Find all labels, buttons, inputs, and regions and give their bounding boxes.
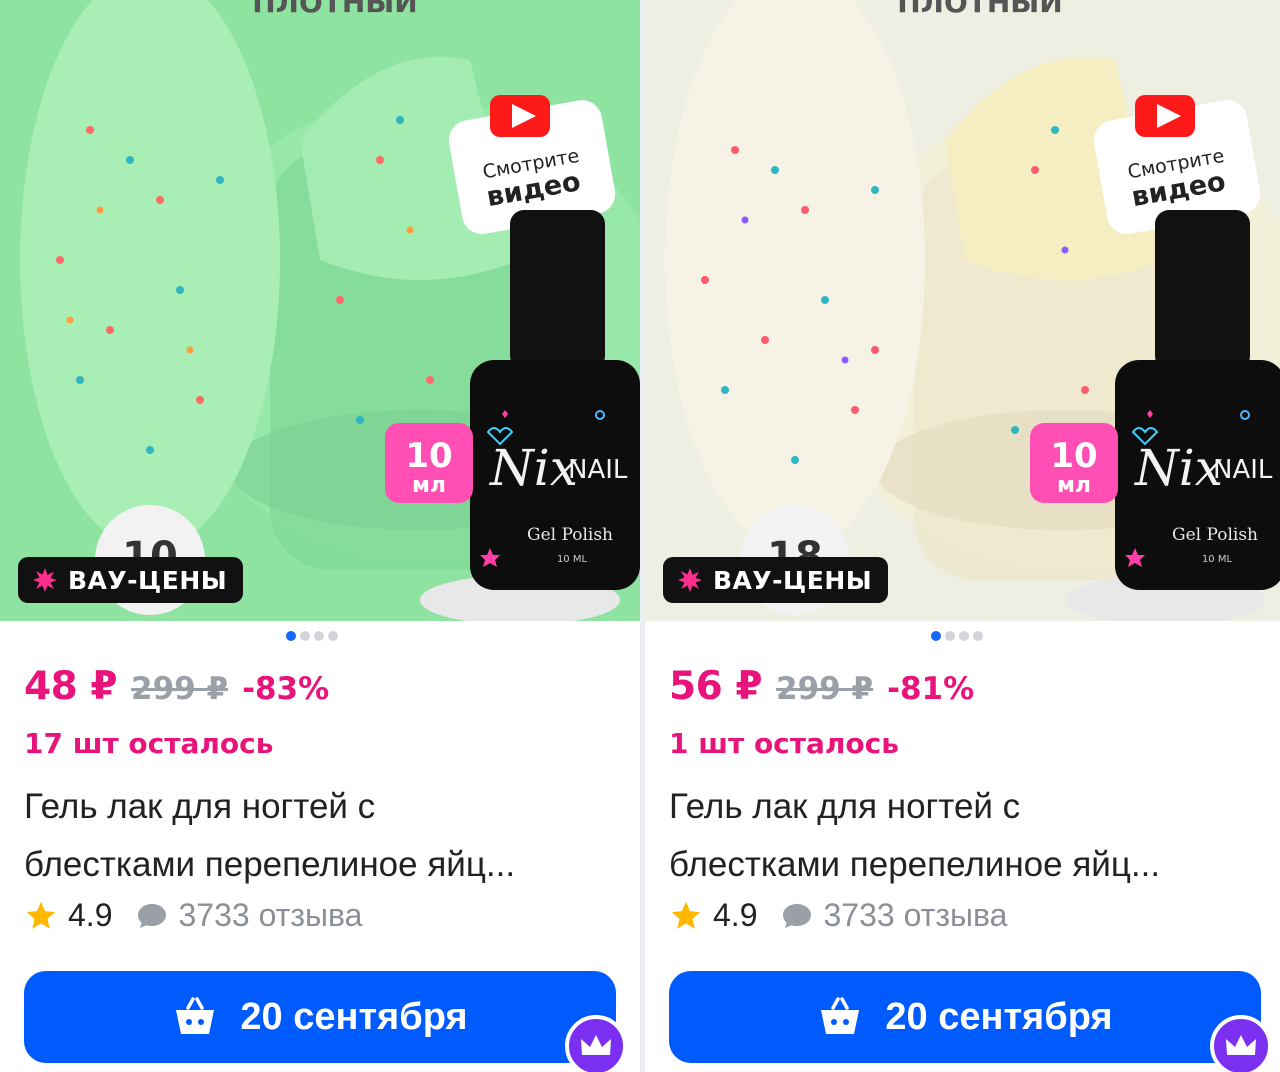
delivery-date-label: 20 сентября bbox=[885, 995, 1113, 1038]
current-price: 56 ₽ bbox=[669, 664, 763, 709]
brand-script: Nix bbox=[1134, 439, 1223, 497]
product-title[interactable]: Гель лак для ногтей с блестками перепели… bbox=[24, 778, 624, 894]
product-photo[interactable]: 10 ПЛОТНЫЙ Смотрите видео Nix NAIL Gel P… bbox=[0, 0, 640, 621]
pagination-dot[interactable] bbox=[959, 631, 969, 641]
crown-icon bbox=[581, 1035, 611, 1055]
density-label: ПЛОТНЫЙ bbox=[252, 0, 417, 19]
rating-row[interactable]: 4.9 3733 отзыва bbox=[24, 897, 362, 934]
pagination-dot[interactable] bbox=[931, 631, 941, 641]
bottle-label: Gel Polish bbox=[1172, 525, 1258, 545]
bottle-label: Gel Polish bbox=[527, 525, 613, 545]
brand-name: NAIL bbox=[1213, 455, 1273, 485]
burst-icon bbox=[678, 568, 702, 592]
product-title-line[interactable]: Гель лак для ногтей с bbox=[669, 778, 1269, 836]
pagination-dot[interactable] bbox=[328, 631, 338, 641]
product-card[interactable]: 18 ПЛОТНЫЙ Смотрите видео Nix NAIL Gel P… bbox=[645, 0, 1280, 1072]
product-title[interactable]: Гель лак для ногтей с блестками перепели… bbox=[669, 778, 1269, 894]
product-grid: 10 ПЛОТНЫЙ Смотрите видео Nix NAIL Gel P… bbox=[0, 0, 1280, 1072]
rating-value: 4.9 bbox=[68, 897, 113, 933]
premium-badge bbox=[1210, 1015, 1272, 1072]
discount-percent: -81% bbox=[887, 671, 975, 707]
promo-badge: ВАУ-ЦЕНЫ bbox=[663, 557, 889, 603]
promo-badge: ВАУ-ЦЕНЫ bbox=[18, 557, 244, 603]
cart-icon bbox=[176, 997, 215, 1034]
price-row: 56 ₽ 299 ₽ -81% bbox=[669, 664, 974, 709]
volume-unit: мл bbox=[412, 473, 446, 498]
stock-left: 1 шт осталось bbox=[669, 727, 899, 760]
pagination-dot[interactable] bbox=[314, 631, 324, 641]
add-to-cart-button[interactable]: 20 сентября bbox=[669, 971, 1261, 1063]
volume-unit: мл bbox=[1057, 473, 1091, 498]
product-title-line[interactable]: блестками перепелиное яйц... bbox=[669, 836, 1269, 894]
burst-icon bbox=[33, 568, 57, 592]
crown-icon bbox=[1226, 1035, 1256, 1055]
product-title-line[interactable]: блестками перепелиное яйц... bbox=[24, 836, 624, 894]
photo-pagination[interactable] bbox=[286, 631, 338, 641]
price-row: 48 ₽ 299 ₽ -83% bbox=[24, 664, 329, 709]
old-price: 299 ₽ bbox=[776, 671, 874, 707]
bottle-ml: 10 ML bbox=[1202, 554, 1233, 565]
volume-number: 10 bbox=[1050, 436, 1097, 476]
current-price: 48 ₽ bbox=[24, 664, 118, 709]
pagination-dot[interactable] bbox=[973, 631, 983, 641]
cart-icon bbox=[821, 997, 860, 1034]
brand-name: NAIL bbox=[568, 455, 628, 485]
stock-left: 17 шт осталось bbox=[24, 727, 274, 760]
promo-badge-label: ВАУ-ЦЕНЫ bbox=[713, 565, 873, 595]
pagination-dot[interactable] bbox=[300, 631, 310, 641]
product-card[interactable]: 10 ПЛОТНЫЙ Смотрите видео Nix NAIL Gel P… bbox=[0, 0, 640, 1072]
product-title-line[interactable]: Гель лак для ногтей с bbox=[24, 778, 624, 836]
reviews-count: 3733 отзыва bbox=[178, 897, 363, 933]
volume-badge: 10 мл bbox=[385, 423, 473, 503]
bottle-ml: 10 ML bbox=[557, 554, 588, 565]
discount-percent: -83% bbox=[242, 671, 330, 707]
product-photo[interactable]: 18 ПЛОТНЫЙ Смотрите видео Nix NAIL Gel P… bbox=[645, 0, 1280, 621]
promo-badge-label: ВАУ-ЦЕНЫ bbox=[68, 565, 228, 595]
add-to-cart-button[interactable]: 20 сентября bbox=[24, 971, 616, 1063]
premium-badge bbox=[565, 1015, 627, 1072]
star-icon bbox=[671, 901, 701, 929]
density-label: ПЛОТНЫЙ bbox=[897, 0, 1062, 19]
old-price: 299 ₽ bbox=[131, 671, 229, 707]
pagination-dot[interactable] bbox=[286, 631, 296, 641]
photo-pagination[interactable] bbox=[931, 631, 983, 641]
volume-badge: 10 мл bbox=[1030, 423, 1118, 503]
star-icon bbox=[26, 901, 56, 929]
pagination-dot[interactable] bbox=[945, 631, 955, 641]
comment-bubble-icon bbox=[783, 903, 812, 928]
comment-bubble-icon bbox=[138, 903, 167, 928]
volume-number: 10 bbox=[405, 436, 452, 476]
delivery-date-label: 20 сентября bbox=[240, 995, 468, 1038]
brand-script: Nix bbox=[489, 439, 578, 497]
rating-value: 4.9 bbox=[713, 897, 758, 933]
reviews-count: 3733 отзыва bbox=[823, 897, 1008, 933]
rating-row[interactable]: 4.9 3733 отзыва bbox=[669, 897, 1007, 934]
